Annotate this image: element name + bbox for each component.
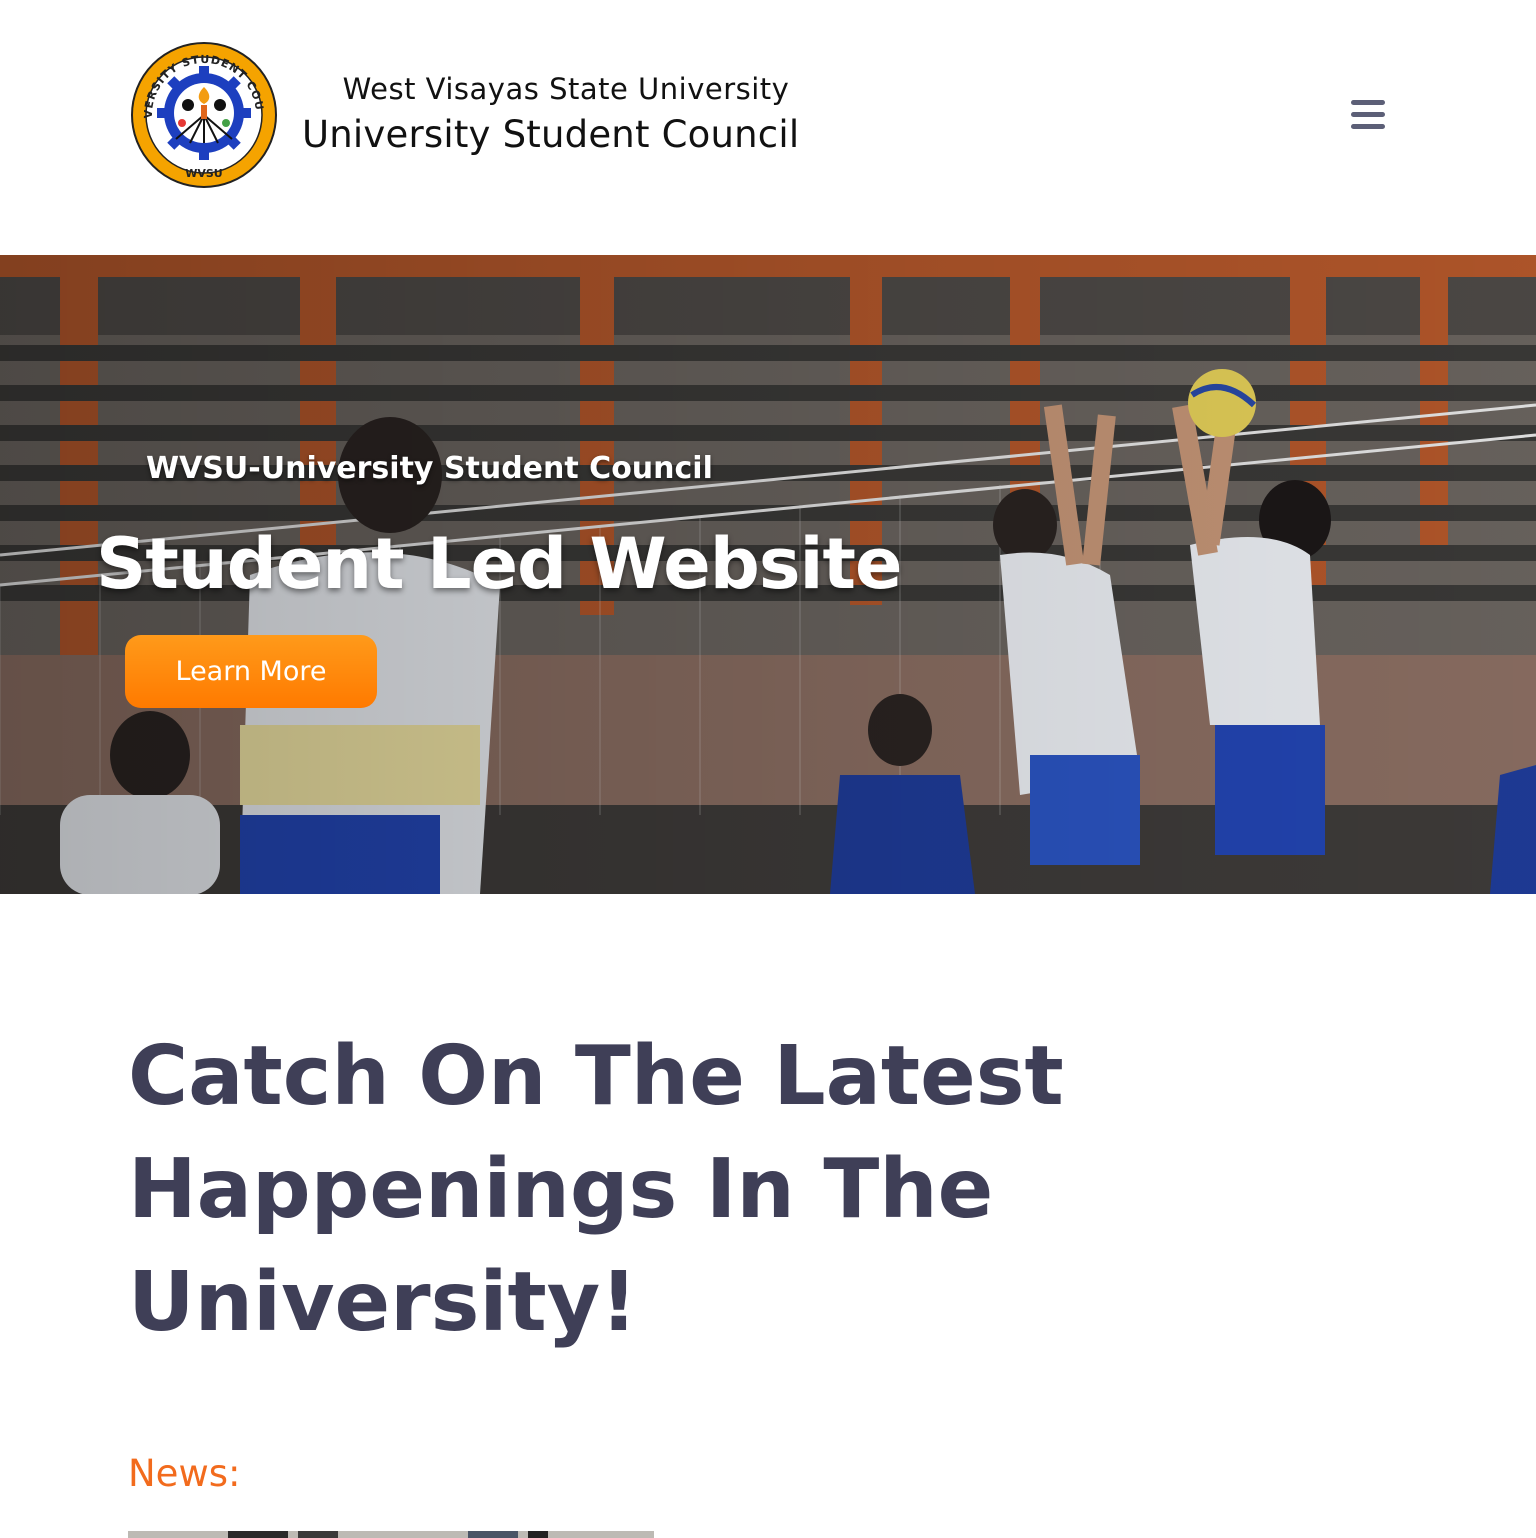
menu-bar bbox=[1351, 124, 1385, 129]
council-name[interactable]: University Student Council bbox=[302, 112, 862, 158]
hamburger-menu-icon[interactable] bbox=[1346, 96, 1390, 134]
logo-bottom-text: WVSU bbox=[185, 167, 223, 180]
hero-title: Student Led Website bbox=[96, 523, 902, 605]
page: UNIVERSITY STUDENT COUNCIL WVSU bbox=[0, 0, 1536, 1538]
usc-logo[interactable]: UNIVERSITY STUDENT COUNCIL WVSU bbox=[130, 41, 278, 189]
hero-kicker: WVSU-University Student Council bbox=[146, 451, 713, 486]
news-thumbnail[interactable] bbox=[128, 1531, 654, 1538]
usc-seal-icon: UNIVERSITY STUDENT COUNCIL WVSU bbox=[130, 41, 277, 188]
menu-bar bbox=[1351, 112, 1385, 117]
latest-heading: Catch On The Latest Happenings In The Un… bbox=[128, 1029, 1064, 1350]
hero-banner: WVSU-University Student Council Student … bbox=[0, 255, 1536, 894]
site-header: UNIVERSITY STUDENT COUNCIL WVSU bbox=[0, 0, 1536, 255]
news-photo bbox=[128, 1531, 654, 1538]
site-titles: West Visayas State University University… bbox=[302, 66, 862, 158]
learn-more-button[interactable]: Learn More bbox=[125, 635, 377, 708]
news-label: News: bbox=[128, 1452, 241, 1495]
university-name: West Visayas State University bbox=[342, 72, 790, 106]
menu-bar bbox=[1351, 100, 1385, 105]
